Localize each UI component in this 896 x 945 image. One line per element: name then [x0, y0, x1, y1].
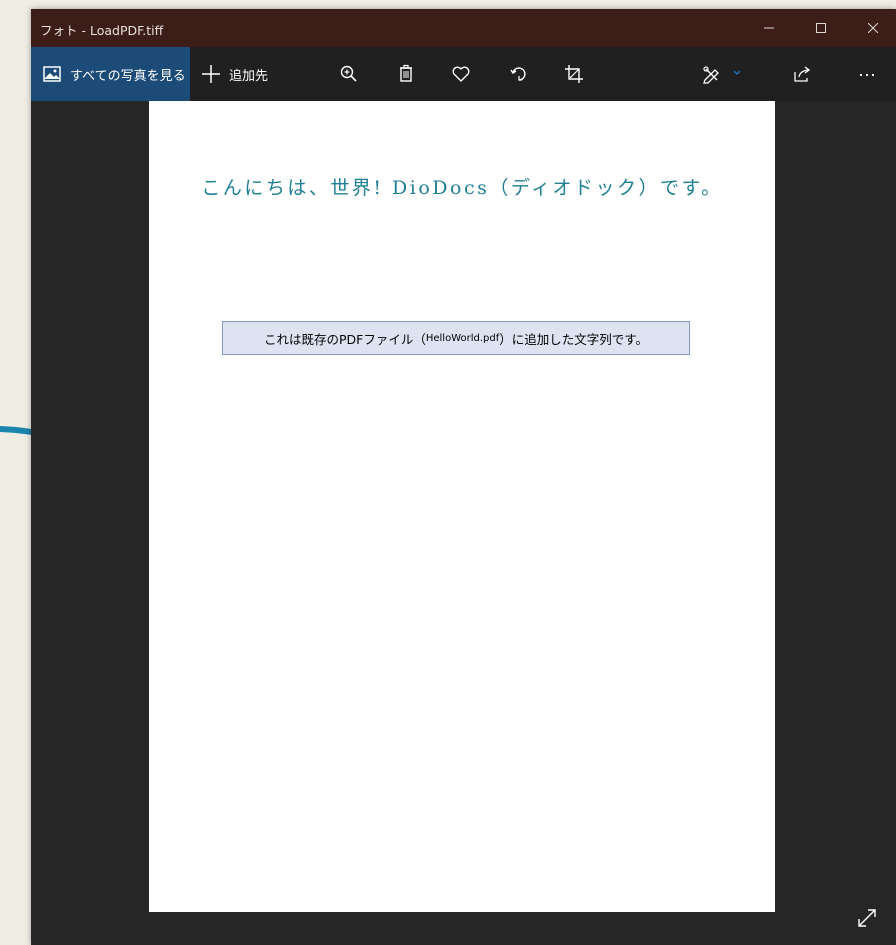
- minimize-button[interactable]: [746, 9, 792, 47]
- close-button[interactable]: [850, 9, 896, 47]
- favorite-button[interactable]: [449, 62, 473, 86]
- share-icon: [794, 66, 811, 82]
- image-viewer: こんにちは、世界! DioDocs（ディオドック）です。 これは既存のPDFファ…: [31, 101, 896, 945]
- rotate-icon: [510, 67, 526, 81]
- maximize-button[interactable]: [798, 9, 844, 47]
- zoom-button[interactable]: [337, 62, 361, 86]
- photos-app-window: フォト - LoadPDF.tiff すべての写真を見る 追加先 こんにちは、世…: [31, 9, 896, 945]
- title-bar: フォト - LoadPDF.tiff: [31, 9, 896, 47]
- maximize-icon: [816, 23, 826, 33]
- plus-icon: [201, 64, 221, 84]
- more-icon: [859, 73, 875, 77]
- crop-button[interactable]: [562, 62, 586, 86]
- more-button[interactable]: [855, 62, 879, 86]
- minimize-icon: [764, 27, 774, 29]
- pdf-page-image: こんにちは、世界! DioDocs（ディオドック）です。 これは既存のPDFファ…: [149, 101, 775, 912]
- edit-create-icon: [703, 66, 741, 84]
- add-to-button[interactable]: 追加先: [201, 47, 268, 101]
- image-icon: [42, 64, 62, 84]
- see-all-photos-button[interactable]: すべての写真を見る: [31, 47, 190, 101]
- added-text-box: これは既存のPDFファイル（ HelloWorld.pdf ）に追加した文字列です。: [222, 321, 690, 355]
- share-button[interactable]: [790, 62, 814, 86]
- textbox-suffix: ）に追加した文字列です。: [499, 331, 649, 347]
- zoom-in-icon: [340, 65, 357, 82]
- close-icon: [868, 23, 878, 33]
- trash-icon: [400, 64, 412, 82]
- rotate-button[interactable]: [507, 62, 531, 86]
- page-heading: こんにちは、世界! DioDocs（ディオドック）です。: [201, 177, 723, 199]
- heart-icon: [452, 66, 470, 82]
- toolbar: すべての写真を見る 追加先: [31, 47, 896, 101]
- expand-icon[interactable]: [855, 906, 879, 930]
- edit-create-button[interactable]: [701, 62, 745, 86]
- crop-icon: [565, 65, 583, 83]
- add-to-label: 追加先: [229, 68, 269, 84]
- textbox-filename: HelloWorld.pdf: [425, 332, 500, 344]
- see-all-photos-label: すべての写真を見る: [70, 68, 186, 84]
- textbox-prefix: これは既存のPDFファイル（: [263, 331, 426, 347]
- window-title: フォト - LoadPDF.tiff: [40, 23, 164, 38]
- delete-button[interactable]: [394, 62, 418, 86]
